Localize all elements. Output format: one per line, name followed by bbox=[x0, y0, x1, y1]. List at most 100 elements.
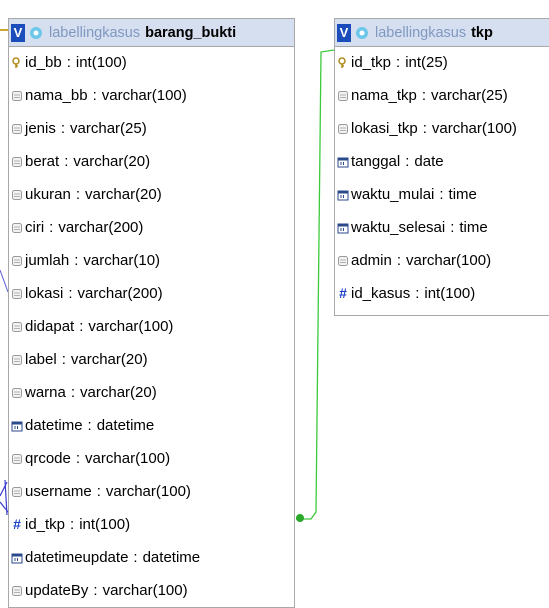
type-separator: : bbox=[66, 53, 71, 71]
column-name: waktu_selesai bbox=[351, 218, 446, 236]
column-name: tanggal bbox=[351, 152, 401, 170]
column-row[interactable]: waktu_mulai: time bbox=[337, 179, 477, 209]
table-tkp[interactable]: V labellingkasus tkp id_tkp: int(25) nama_… bbox=[334, 18, 549, 316]
type-separator: : bbox=[79, 317, 84, 335]
column-icon bbox=[11, 485, 23, 497]
column-type: varchar(100) bbox=[431, 119, 517, 137]
column-row[interactable]: id_bb: int(100) bbox=[11, 47, 127, 77]
column-icon bbox=[11, 584, 23, 596]
gear-icon[interactable] bbox=[355, 26, 369, 40]
column-type: date bbox=[414, 152, 444, 170]
column-icon bbox=[11, 254, 23, 266]
column-row[interactable]: # id_tkp: int(100) bbox=[11, 509, 130, 539]
column-name: ukuran bbox=[25, 185, 71, 203]
column-row[interactable]: warna: varchar(20) bbox=[11, 377, 157, 407]
column-type: time bbox=[459, 218, 488, 236]
table-barang-bukti[interactable]: V labellingkasus barang_bukti id_bb: int(… bbox=[8, 18, 295, 608]
date-icon bbox=[337, 155, 349, 168]
table-name: tkp bbox=[471, 24, 493, 41]
column-name: admin bbox=[351, 251, 392, 269]
type-separator: : bbox=[68, 284, 73, 302]
column-type: varchar(20) bbox=[70, 350, 148, 368]
type-separator: : bbox=[421, 86, 427, 104]
column-row[interactable]: label: varchar(20) bbox=[11, 344, 148, 374]
column-row[interactable]: datetimeupdate: datetime bbox=[11, 542, 200, 572]
type-separator: : bbox=[75, 185, 81, 203]
type-separator: : bbox=[75, 449, 81, 467]
type-separator: : bbox=[70, 515, 75, 533]
column-row[interactable]: admin: varchar(100) bbox=[337, 245, 491, 275]
column-row[interactable]: username: varchar(100) bbox=[11, 476, 191, 506]
view-badge[interactable]: V bbox=[337, 23, 351, 42]
column-name: datetimeupdate bbox=[25, 548, 129, 566]
column-type: time bbox=[448, 185, 477, 203]
column-row[interactable]: waktu_selesai: time bbox=[337, 212, 488, 242]
type-separator: : bbox=[70, 383, 76, 401]
column-row[interactable]: updateBy: varchar(100) bbox=[11, 575, 188, 605]
column-name: warna bbox=[25, 383, 66, 401]
type-separator: : bbox=[74, 251, 79, 269]
column-name: id_bb bbox=[25, 53, 62, 71]
column-row[interactable]: nama_tkp: varchar(25) bbox=[337, 80, 508, 110]
column-icon bbox=[11, 320, 23, 332]
column-name: lokasi bbox=[25, 284, 64, 302]
relation-end-dot bbox=[296, 514, 304, 522]
view-badge[interactable]: V bbox=[11, 23, 25, 42]
type-separator: : bbox=[439, 185, 444, 203]
column-type: datetime bbox=[142, 548, 201, 566]
column-row[interactable]: berat: varchar(20) bbox=[11, 146, 150, 176]
column-row[interactable]: id_tkp: int(25) bbox=[337, 47, 448, 77]
column-type: varchar(25) bbox=[431, 86, 508, 104]
column-row[interactable]: tanggal: date bbox=[337, 146, 444, 176]
column-type: varchar(25) bbox=[70, 119, 147, 137]
column-type: varchar(200) bbox=[58, 218, 144, 236]
column-row[interactable]: ukuran: varchar(20) bbox=[11, 179, 162, 209]
column-name: nama_bb bbox=[25, 86, 88, 104]
type-separator: : bbox=[64, 152, 69, 170]
column-row[interactable]: # id_kasus: int(100) bbox=[337, 278, 475, 308]
column-icon bbox=[11, 287, 23, 299]
column-icon bbox=[11, 452, 23, 464]
column-icon bbox=[11, 155, 23, 167]
key-icon bbox=[11, 56, 23, 68]
column-row[interactable]: jumlah: varchar(10) bbox=[11, 245, 160, 275]
database-name: labellingkasus bbox=[49, 24, 141, 41]
column-type: varchar(20) bbox=[85, 185, 162, 203]
column-icon bbox=[337, 89, 349, 101]
column-row[interactable]: qrcode: varchar(100) bbox=[11, 443, 170, 473]
column-row[interactable]: datetime: datetime bbox=[11, 410, 154, 440]
column-type: varchar(100) bbox=[406, 251, 492, 269]
column-row[interactable]: jenis: varchar(25) bbox=[11, 113, 147, 143]
column-type: varchar(100) bbox=[101, 86, 187, 104]
type-separator: : bbox=[92, 86, 97, 104]
type-separator: : bbox=[422, 119, 427, 137]
column-icon bbox=[11, 353, 23, 365]
column-row[interactable]: lokasi: varchar(200) bbox=[11, 278, 163, 308]
date-icon bbox=[11, 419, 23, 432]
column-name: datetime bbox=[25, 416, 83, 434]
column-name: lokasi_tkp bbox=[351, 119, 418, 137]
column-type: varchar(100) bbox=[85, 449, 171, 467]
relation-line-id-tkp bbox=[296, 49, 335, 520]
column-type: int(25) bbox=[405, 53, 448, 71]
column-type: varchar(20) bbox=[73, 152, 151, 170]
column-row[interactable]: didapat: varchar(100) bbox=[11, 311, 173, 341]
column-name: label bbox=[25, 350, 57, 368]
column-type: datetime bbox=[96, 416, 155, 434]
type-separator: : bbox=[96, 482, 101, 500]
column-row[interactable]: lokasi_tkp: varchar(100) bbox=[337, 113, 517, 143]
date-icon bbox=[337, 188, 349, 201]
column-name: username bbox=[25, 482, 92, 500]
column-name: didapat bbox=[25, 317, 75, 335]
date-icon bbox=[11, 551, 23, 564]
hash-icon: # bbox=[339, 285, 347, 301]
table-header[interactable]: V labellingkasus barang_bukti bbox=[9, 19, 294, 47]
column-name: jenis bbox=[25, 119, 56, 137]
gear-icon[interactable] bbox=[29, 26, 43, 40]
table-header[interactable]: V labellingkasus tkp bbox=[335, 19, 549, 47]
type-separator: : bbox=[415, 284, 420, 302]
column-name: id_kasus bbox=[351, 284, 411, 302]
column-type: varchar(10) bbox=[83, 251, 161, 269]
column-row[interactable]: ciri: varchar(200) bbox=[11, 212, 143, 242]
column-row[interactable]: nama_bb: varchar(100) bbox=[11, 80, 187, 110]
